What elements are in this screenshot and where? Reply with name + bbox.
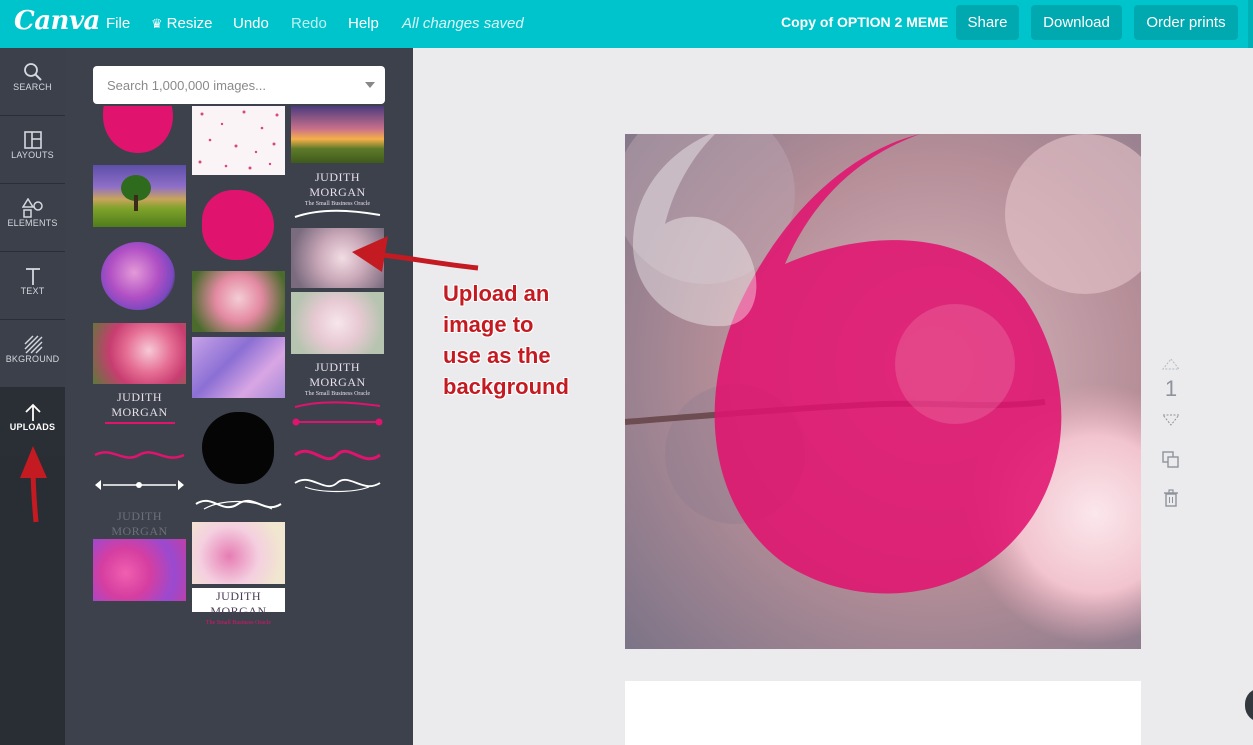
menu-resize-label: Resize (166, 15, 213, 32)
thumb-logo-pink-underline[interactable]: JUDITH MORGAN (93, 390, 186, 424)
annotation-line: image to (443, 312, 534, 337)
top-bar: Canva File ♛ Resize Undo Redo Help All ch… (0, 0, 1253, 48)
sidebar-item-search[interactable]: SEARCH (0, 48, 65, 115)
sidebar-item-background[interactable]: BKGROUND (0, 320, 65, 387)
uploads-icon (0, 388, 65, 421)
thumb-pink-rose[interactable] (192, 271, 285, 332)
image-search-input[interactable] (93, 66, 363, 104)
thumb-pink-flourish[interactable] (93, 444, 186, 466)
thumb-pink-splat[interactable] (192, 184, 285, 268)
page-number: 1 (1164, 376, 1178, 401)
chevron-down-icon[interactable] (365, 82, 375, 88)
logo-name: JUDITH MORGAN (111, 390, 168, 419)
thumb-logo-white[interactable]: JUDITH MORGAN The Small Business Oracle (192, 588, 285, 626)
logo-tagline: The Small Business Oracle (304, 391, 371, 397)
thumb-watercolor-wash[interactable] (192, 522, 285, 584)
sidebar-item-text[interactable]: TEXT (0, 252, 65, 319)
thumb-confetti-pattern[interactable] (192, 106, 285, 175)
logo-name: JUDITH MORGAN (309, 360, 366, 389)
menu-help[interactable]: Help (348, 15, 379, 32)
canva-logo[interactable]: Canva (14, 6, 100, 36)
logo-name: JUDITH MORGAN (309, 170, 366, 199)
logo-name: JUDITH MORGAN (111, 509, 168, 538)
menu-undo[interactable]: Undo (233, 15, 269, 32)
sidebar-item-label: LAYOUTS (11, 150, 54, 160)
crown-icon: ♛ (151, 16, 163, 31)
download-button[interactable]: Download (1031, 5, 1122, 40)
thumb-cherry-blossom[interactable] (291, 228, 384, 288)
background-icon (0, 320, 65, 354)
sidebar-rail-filler (0, 456, 65, 745)
sidebar-rail: SEARCH LAYOUTS ELEMENTS TEXT BKGROUND UP… (0, 48, 65, 745)
design-artwork (625, 134, 1141, 649)
menu-resize[interactable]: ♛ Resize (151, 15, 213, 32)
sidebar-item-uploads[interactable]: UPLOADS (0, 388, 65, 455)
thumb-anemones[interactable] (291, 292, 384, 354)
thumb-tree-field[interactable] (93, 165, 186, 227)
thumb-sunset[interactable] (291, 106, 384, 163)
move-page-up-icon[interactable] (1161, 357, 1181, 370)
thumb-white-divider[interactable] (93, 476, 186, 494)
search-icon (0, 48, 65, 81)
thumb-lilac-blossom[interactable] (192, 337, 285, 398)
document-title[interactable]: Copy of OPTION 2 MEME (781, 14, 948, 30)
thumb-pink-texture[interactable] (93, 539, 186, 601)
sidebar-item-layouts[interactable]: LAYOUTS (0, 116, 65, 183)
save-status: All changes saved (402, 15, 524, 32)
sidebar-item-label: UPLOADS (9, 422, 56, 432)
sidebar-item-elements[interactable]: ELEMENTS (0, 184, 65, 251)
trash-icon[interactable] (1161, 488, 1181, 508)
menu-redo[interactable]: Redo (291, 15, 327, 32)
move-page-down-icon[interactable] (1161, 413, 1181, 426)
annotation-text: Upload an image to use as the background (443, 278, 623, 402)
help-bubble[interactable] (1245, 688, 1253, 722)
order-prints-button[interactable]: Order prints (1134, 5, 1238, 40)
thumb-white-flourish[interactable] (192, 491, 285, 517)
sidebar-item-label: ELEMENTS (7, 218, 58, 228)
annotation-line: background (443, 374, 569, 399)
uploads-panel: JUDITH MORGAN JUDITH MORGAN JUDITH MORGA… (65, 48, 413, 745)
thumb-pink-blob[interactable] (93, 106, 186, 156)
thumb-logo-white-swoosh[interactable]: JUDITH MORGAN The Small Business Oracle (291, 170, 384, 218)
menu-file[interactable]: File (106, 15, 130, 32)
thumb-white-scroll[interactable] (291, 472, 384, 494)
thumb-pink-divider[interactable] (291, 413, 384, 431)
annotation-line: Upload an (443, 281, 550, 306)
copy-page-icon[interactable] (1161, 450, 1181, 470)
elements-icon (0, 184, 65, 218)
thumb-pink-scroll[interactable] (291, 440, 384, 470)
sidebar-item-label: SEARCH (13, 82, 52, 92)
sidebar-item-label: TEXT (20, 286, 45, 296)
thumb-purple-watercolor[interactable] (93, 236, 186, 316)
design-page[interactable] (625, 134, 1141, 649)
text-icon (0, 252, 65, 285)
design-page-2[interactable] (625, 681, 1141, 745)
layouts-icon (0, 116, 65, 149)
thumb-logo-grey[interactable]: JUDITH MORGAN (93, 509, 186, 538)
thumb-dahlia[interactable] (93, 323, 186, 384)
topbar-edge (1248, 0, 1253, 48)
annotation-line: use as the (443, 343, 551, 368)
sidebar-item-label: BKGROUND (5, 354, 60, 364)
logo-tagline: The Small Business Oracle (304, 201, 371, 207)
thumb-black-splat[interactable] (192, 408, 285, 488)
share-button[interactable]: Share (956, 5, 1019, 40)
logo-name: JUDITH MORGAN (210, 589, 267, 618)
thumb-logo-pink-swoosh[interactable]: JUDITH MORGAN The Small Business Oracle (291, 360, 384, 408)
logo-tagline: The Small Business Oracle (205, 620, 272, 626)
image-search-bar (93, 66, 385, 104)
